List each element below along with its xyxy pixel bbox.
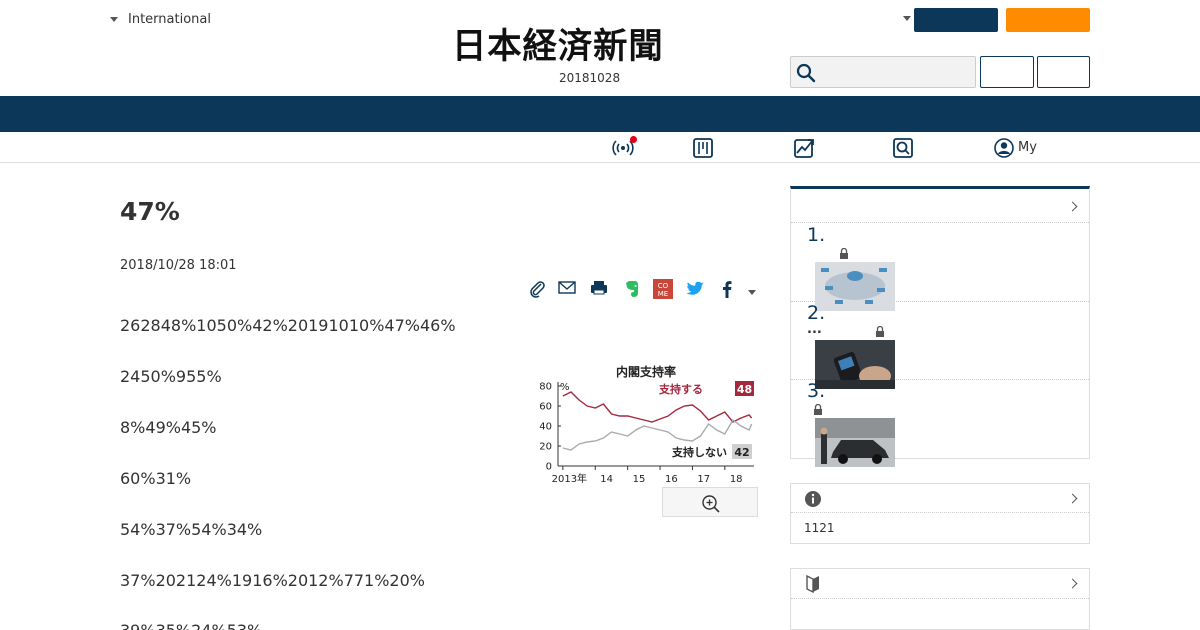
article-paragraph: 262848%1050%42%20191010%47%46% xyxy=(120,316,456,335)
lock-icon xyxy=(840,248,848,259)
mail-icon[interactable] xyxy=(556,278,578,300)
ranking-header[interactable] xyxy=(791,189,1089,223)
edition-date: 20181028 xyxy=(559,71,621,85)
live-indicator-dot xyxy=(630,136,637,143)
chevron-right-icon xyxy=(1067,493,1078,504)
site-header: International 日本経済新聞 20181028 xyxy=(0,0,1200,96)
y-axis-unit: % xyxy=(560,382,570,393)
caret-down-icon xyxy=(110,17,118,22)
ranking-item[interactable]: 2. ... xyxy=(791,302,1089,389)
search-icon[interactable] xyxy=(796,63,816,83)
info-header[interactable] xyxy=(791,484,1089,513)
rank-title: ... xyxy=(807,322,822,337)
newspaper-viewer-icon[interactable] xyxy=(692,137,714,159)
ranking-item[interactable]: 1. xyxy=(791,224,1089,311)
article-paragraph: 37%202124%1916%2012%771%20% xyxy=(120,571,425,590)
article-paragraph: 39%35%24%53% xyxy=(120,621,262,630)
x-tick-label: 15 xyxy=(633,474,646,484)
y-tick-label: 60 xyxy=(539,402,552,413)
search-input[interactable] xyxy=(819,61,969,83)
ranking-item[interactable]: 3. xyxy=(791,380,1089,467)
info-panel: 1121 xyxy=(790,483,1090,544)
article-date: 2018/10/28 18:01 xyxy=(120,258,237,273)
come-icon[interactable]: CO ME xyxy=(652,278,674,300)
beginner-header[interactable] xyxy=(791,569,1089,599)
chart-title: 内閣支持率 xyxy=(616,364,676,379)
search-frame-icon[interactable] xyxy=(892,137,914,159)
market-chart-icon[interactable] xyxy=(793,137,815,159)
x-tick-label: 2013年 xyxy=(552,472,587,484)
register-button[interactable] xyxy=(1037,56,1090,88)
subscribe-button[interactable] xyxy=(914,8,998,32)
x-tick-label: 16 xyxy=(665,474,678,484)
article-paragraph: 8%49%45% xyxy=(120,418,217,437)
chevron-right-icon xyxy=(1067,201,1078,212)
print-icon[interactable] xyxy=(588,278,610,300)
y-tick-label: 40 xyxy=(539,422,552,433)
lock-icon xyxy=(876,326,884,337)
clip-icon[interactable] xyxy=(526,278,548,300)
article-paragraph: 54%37%54%34% xyxy=(120,520,263,539)
series-label-disapprove: 支持しない xyxy=(671,445,727,459)
share-bar: CO ME xyxy=(526,278,766,304)
beginner-panel xyxy=(790,568,1090,630)
twitter-icon[interactable] xyxy=(684,278,706,300)
info-text: 1121 xyxy=(804,521,835,535)
beginner-mark-icon xyxy=(806,574,819,593)
x-tick-label: 17 xyxy=(697,474,710,484)
user-avatar-icon[interactable] xyxy=(993,137,1015,159)
chevron-right-icon xyxy=(1067,578,1078,589)
chart-svg: 内閣支持率 % 80 60 40 20 02013年 14 15 16 17 18 支持する 48 支持… xyxy=(539,364,754,485)
rank-number: 2. xyxy=(807,302,826,324)
end-value-disapprove: 42 xyxy=(734,446,749,459)
approval-rating-chart[interactable]: 内閣支持率 % 80 60 40 20 0 2013年 14 15 16 17 18 支持する 48 支持… xyxy=(530,356,758,485)
site-logo[interactable]: 日本経済新聞 xyxy=(452,28,742,66)
ranking-panel: 1. 2. ... 3. xyxy=(790,186,1090,467)
my-nikkei-label[interactable]: My xyxy=(1018,140,1037,155)
lock-icon xyxy=(814,404,822,415)
more-share-caret-icon[interactable] xyxy=(748,290,756,295)
evernote-icon[interactable] xyxy=(620,278,642,300)
x-tick-label: 18 xyxy=(730,474,743,484)
svg-text:ME: ME xyxy=(658,290,668,298)
x-tick-label: 14 xyxy=(600,474,613,484)
main-navbar xyxy=(0,96,1200,132)
info-icon xyxy=(805,491,821,507)
svg-text:CO: CO xyxy=(658,282,669,290)
y-tick-label: 0 xyxy=(546,462,552,473)
article-title: 47% xyxy=(120,197,180,226)
series-label-approve: 支持する xyxy=(658,382,703,396)
login-button[interactable] xyxy=(980,56,1034,88)
end-value-approve: 48 xyxy=(737,383,752,396)
rank-number: 3. xyxy=(807,380,826,402)
region-label: International xyxy=(128,12,211,27)
facebook-icon[interactable] xyxy=(716,278,738,300)
y-tick-label: 20 xyxy=(539,442,552,453)
rank-number: 1. xyxy=(807,224,826,246)
article-thumbnail xyxy=(815,418,895,467)
series-line-approve xyxy=(562,391,753,423)
trial-button[interactable] xyxy=(1006,8,1090,32)
caret-down-icon[interactable] xyxy=(903,16,911,21)
chart-zoom-button[interactable] xyxy=(662,487,758,517)
y-tick-label: 80 xyxy=(539,382,552,393)
search-box[interactable] xyxy=(790,56,976,88)
article-paragraph: 60%31% xyxy=(120,469,192,488)
region-selector[interactable]: International xyxy=(110,12,211,27)
zoom-in-icon xyxy=(702,495,720,513)
article-paragraph: 2450%955% xyxy=(120,367,222,386)
